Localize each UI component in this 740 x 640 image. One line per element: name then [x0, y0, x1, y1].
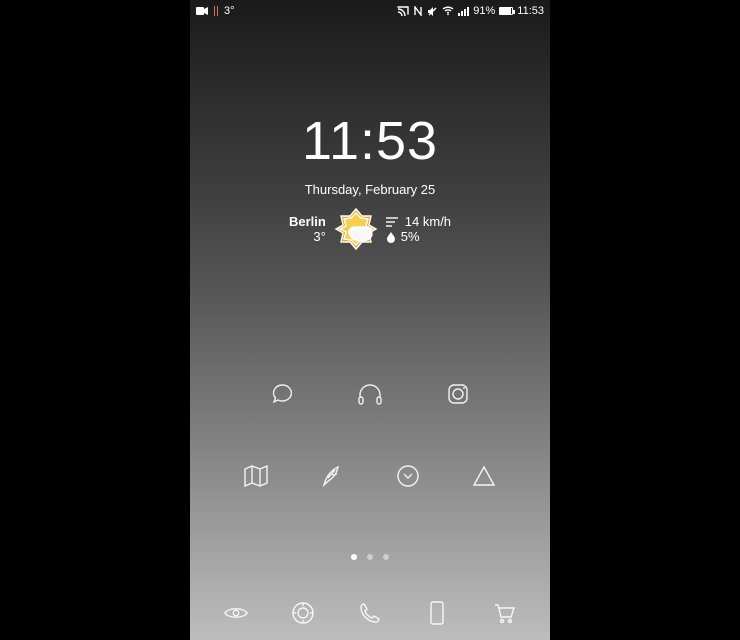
weather-city: Berlin [289, 214, 326, 229]
battery-pct: 91% [473, 5, 495, 17]
apps-row-2 [190, 462, 550, 490]
cell-signal-icon [458, 7, 469, 16]
page-dot[interactable] [367, 554, 373, 560]
video-icon [196, 7, 208, 15]
triangle-icon[interactable] [470, 462, 498, 490]
wifi-icon [442, 6, 454, 16]
compass-icon[interactable] [290, 600, 316, 626]
sun-cloud-icon [334, 207, 378, 251]
apps-row-1 [190, 380, 550, 408]
page-dot[interactable] [351, 554, 357, 560]
feather-icon[interactable] [318, 462, 346, 490]
headphones-icon[interactable] [356, 380, 384, 408]
n-icon [413, 6, 423, 16]
cart-icon[interactable] [491, 600, 517, 626]
eye-icon[interactable] [223, 600, 249, 626]
status-bar[interactable]: 3° 91% 11:53 [190, 0, 550, 22]
battery-icon [499, 7, 513, 15]
phone-icon[interactable] [357, 600, 383, 626]
mute-icon [427, 6, 438, 17]
wind-icon [386, 217, 400, 227]
device-icon[interactable] [424, 600, 450, 626]
dock [190, 600, 550, 626]
weather-temp: 3° [313, 229, 325, 244]
status-bar-right: 91% 11:53 [397, 5, 544, 17]
home-screen: 3° 91% 11:53 11:53 Thursday, February 25… [190, 0, 550, 640]
page-indicator[interactable] [190, 554, 550, 560]
clock-icon[interactable] [394, 462, 422, 490]
chat-icon[interactable] [268, 380, 296, 408]
weather-wind: 14 km/h [405, 214, 451, 229]
cast-icon [397, 6, 409, 16]
pause-indicator-icon [214, 6, 218, 16]
clock-time: 11:53 [302, 110, 438, 172]
page-dot[interactable] [383, 554, 389, 560]
clock-date: Thursday, February 25 [305, 182, 436, 197]
status-time: 11:53 [517, 5, 544, 17]
map-icon[interactable] [242, 462, 270, 490]
weather-row: Berlin 3° 14 km/h 5% [289, 207, 451, 251]
status-temp: 3° [224, 5, 235, 17]
weather-humidity: 5% [401, 229, 420, 244]
clock-weather-widget[interactable]: 11:53 Thursday, February 25 Berlin 3° [190, 110, 550, 251]
droplet-icon [386, 231, 396, 243]
status-bar-left: 3° [196, 5, 235, 17]
camera-icon[interactable] [444, 380, 472, 408]
